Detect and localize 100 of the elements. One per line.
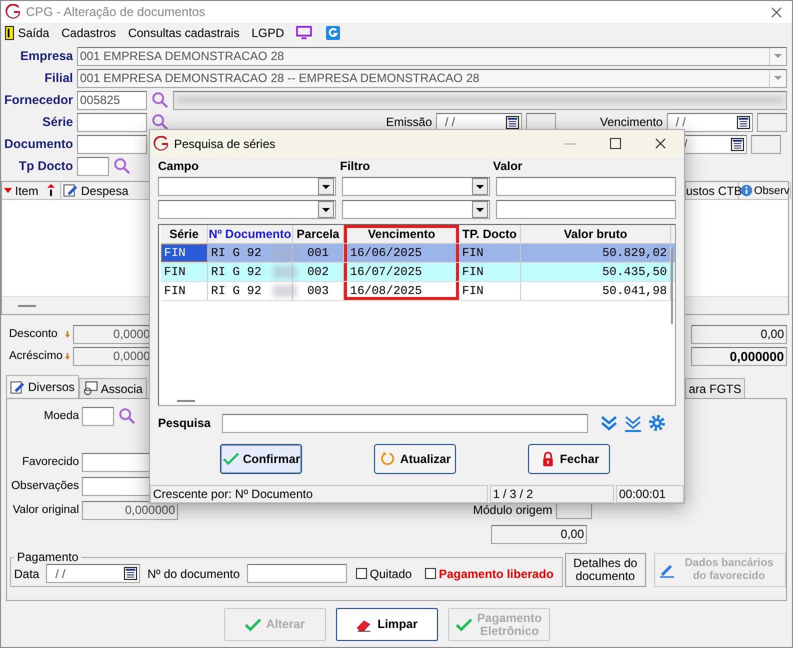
checkbox-label[interactable]: Pagamento liberado [438, 566, 554, 580]
chevron-bar-icon[interactable] [624, 414, 642, 432]
search-icon[interactable] [112, 157, 132, 175]
arrow-icon [65, 330, 70, 338]
dialog-button[interactable]: Atualizar [374, 444, 456, 474]
field-label: Empresa [19, 49, 73, 63]
table-cell: RI G 92 [208, 282, 293, 300]
value-field[interactable] [496, 200, 676, 219]
logo-icon [153, 136, 169, 152]
table-cell: RI G 92 [208, 263, 293, 281]
doc-type-field[interactable] [77, 156, 109, 176]
table-cell: 16/08/2025 [344, 282, 459, 300]
pencil-icon [10, 380, 25, 394]
field-label: Emissão [386, 115, 432, 129]
search-icon[interactable] [150, 91, 170, 109]
window-title: CPG - Alteração de documentos [26, 5, 206, 19]
calendar-icon[interactable] [124, 567, 138, 580]
search-field[interactable] [222, 414, 588, 432]
caret-icon[interactable] [322, 208, 330, 212]
monitor-icon[interactable] [296, 26, 312, 40]
table-row[interactable]: FIN RI G 92 002 16/07/2025 FIN 50.435,50 [161, 263, 675, 282]
double-chevron-icon[interactable] [600, 414, 618, 432]
dropdown-field[interactable] [158, 177, 336, 196]
field-label: Vencimento [600, 115, 663, 129]
search-icon[interactable] [150, 113, 170, 131]
table-cell: 001 [293, 244, 344, 262]
search-icon[interactable] [117, 407, 137, 425]
calendar-icon[interactable] [731, 138, 744, 150]
column-header[interactable]: Valor bruto [521, 225, 671, 243]
sort-icon [47, 184, 56, 197]
column-header[interactable]: Parcela [293, 225, 344, 243]
column-header[interactable]: Nº Documento [208, 225, 293, 243]
caret-icon[interactable] [476, 184, 484, 188]
settings-icon[interactable] [648, 414, 666, 432]
action-button[interactable]: Limpar [336, 608, 438, 641]
amount-field: 0,000000 [82, 500, 178, 520]
column-header[interactable]: ustos CTB [686, 184, 742, 198]
menu-item[interactable]: Saída [18, 26, 50, 40]
tab[interactable]: Diversos [6, 375, 79, 398]
document-number-field[interactable] [246, 564, 347, 583]
table-cell: FIN [161, 244, 208, 262]
table-row[interactable]: FIN RI G 92 003 16/08/2025 FIN 50.041,98 [161, 282, 675, 301]
column-header[interactable]: Observ [754, 184, 790, 196]
info-icon [740, 184, 753, 197]
caret-icon[interactable] [476, 208, 484, 212]
logo-icon [5, 4, 21, 20]
details-button[interactable]: Detalhes do documento [564, 553, 646, 587]
redaction-blur [273, 285, 297, 297]
field-label: Observações [10, 480, 79, 492]
redaction-blur [273, 266, 297, 278]
close-icon[interactable] [771, 6, 782, 18]
column-header[interactable]: Item [15, 184, 38, 198]
dropdown-field[interactable] [342, 177, 490, 196]
group-label: Pagamento [16, 550, 80, 564]
status-text: Crescente por: Nº Documento [150, 485, 488, 503]
dialog-title: Pesquisa de séries [174, 136, 276, 150]
app-icon[interactable] [326, 26, 340, 40]
caret-icon[interactable] [322, 184, 330, 188]
table-cell: FIN [161, 282, 208, 300]
amount-field: 0,00 [491, 524, 587, 544]
dropdown-field[interactable] [342, 200, 490, 219]
branch-dropdown[interactable]: 001 EMPRESA DEMONSTRACAO 28 -- EMPRESA DEMONSTRACAO 28 [77, 68, 787, 88]
triangle-icon[interactable] [4, 188, 12, 193]
dialog-button[interactable]: Fechar [528, 444, 610, 474]
menu-item[interactable]: LGPD [251, 26, 284, 40]
series-field[interactable] [77, 112, 147, 132]
menu-item[interactable]: Cadastros [61, 26, 116, 40]
document-field[interactable] [77, 134, 147, 154]
company-dropdown[interactable]: 001 EMPRESA DEMONSTRACAO 28 [77, 46, 787, 66]
checkbox[interactable] [356, 568, 367, 579]
menu-item[interactable]: Consultas cadastrais [128, 26, 240, 40]
table-row[interactable]: FIN RI G 92 001 16/06/2025 FIN 50.829,02 [161, 244, 675, 263]
column-header[interactable]: Série [161, 225, 208, 243]
maximize-icon[interactable] [610, 138, 621, 149]
tab[interactable]: ara FGTS [684, 378, 746, 398]
dialog-button[interactable]: Confirmar [220, 444, 302, 474]
amount-field: 0,000000 [691, 346, 787, 366]
pencil-icon [63, 183, 78, 198]
checkbox[interactable] [424, 568, 436, 579]
currency-field[interactable] [82, 406, 114, 426]
dropdown-field[interactable] [158, 200, 336, 219]
date-field[interactable]: / / [46, 564, 140, 583]
value-field[interactable] [496, 177, 676, 196]
supplier-code-field[interactable]: 005825 [77, 90, 147, 110]
door-icon[interactable] [5, 26, 14, 40]
field-label: Acréscimo [8, 350, 64, 362]
calendar-icon[interactable] [736, 116, 750, 128]
column-header[interactable]: Despesa [81, 184, 128, 198]
magnifier-icon [82, 381, 98, 396]
close-icon[interactable] [655, 138, 666, 149]
table-cell: 002 [293, 263, 344, 281]
calendar-icon[interactable] [506, 116, 520, 128]
table-cell: FIN [161, 263, 208, 281]
table-cell: FIN [459, 263, 521, 281]
field-label: Módulo origem [473, 503, 552, 517]
field-label: Documento [3, 137, 73, 151]
column-header[interactable]: TP. Docto [459, 225, 521, 243]
date-field[interactable]: / / [666, 112, 753, 132]
tab[interactable]: Associa [78, 378, 147, 398]
checkbox-label[interactable]: Quitado [370, 566, 412, 580]
